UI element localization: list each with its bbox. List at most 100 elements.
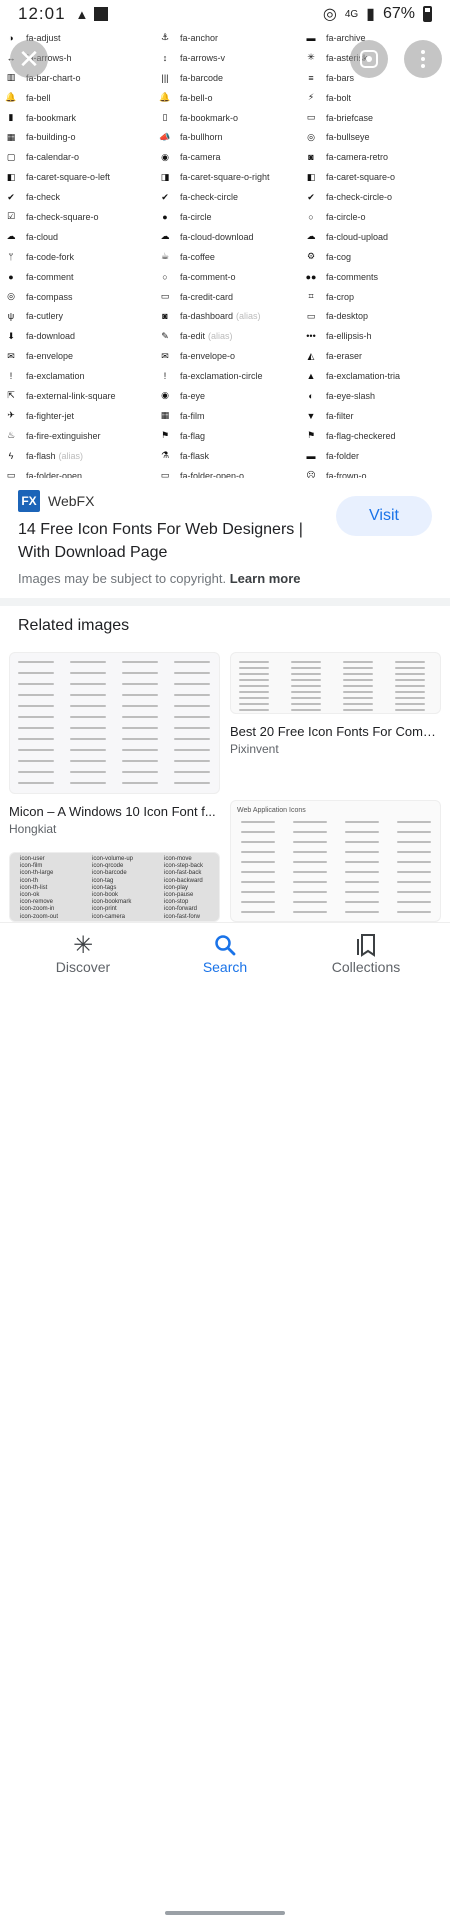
- more-options-button[interactable]: [404, 40, 442, 78]
- icon-grid-item: ⇱ fa-external-link-square: [0, 386, 150, 406]
- glyph-icon: ◭: [307, 350, 315, 361]
- glyph-icon: ✈: [7, 410, 15, 421]
- glyph-icon: ϟ: [8, 450, 14, 461]
- learn-more-link[interactable]: Learn more: [230, 571, 301, 586]
- thumb-line: [70, 694, 106, 696]
- thumb-line: [395, 667, 425, 669]
- notification-check-icon: [94, 7, 109, 21]
- thumb-line: [241, 841, 275, 843]
- thumb-line: [293, 831, 327, 833]
- icon-name: fa-barcode: [180, 72, 224, 83]
- thumb-line: [397, 871, 431, 873]
- related-thumb-2[interactable]: [230, 652, 441, 714]
- icon-name: fa-download: [26, 331, 76, 342]
- icon-grid-item: ○ fa-comment-o: [150, 267, 300, 287]
- thumb-text: icon-th: [20, 877, 39, 884]
- icon-name: fa-check: [26, 192, 61, 203]
- glyph-icon: ψ: [7, 311, 15, 322]
- glyph-icon: ☁: [160, 231, 170, 242]
- thumb-line: [293, 871, 327, 873]
- thumb-line: [122, 782, 158, 784]
- related-title-1[interactable]: Micon – A Windows 10 Icon Font f...: [9, 804, 220, 819]
- thumb-line: [70, 782, 106, 784]
- thumb-line: [70, 705, 106, 707]
- icon-name: fa-cutlery: [26, 311, 64, 322]
- thumb-text: icon-tag: [92, 877, 114, 884]
- thumb-line: [18, 760, 54, 762]
- gesture-handle[interactable]: [165, 1911, 285, 1915]
- related-title-2[interactable]: Best 20 Free Icon Fonts For Comm...: [230, 724, 441, 739]
- icon-grid-item: ▭ fa-folder-open-o: [150, 466, 300, 478]
- icon-name: fa-film: [180, 410, 205, 421]
- bottom-nav: ✳ Discover Search Collections: [0, 922, 450, 1915]
- thumb-line: [345, 841, 379, 843]
- icon-name: fa-eye-slash: [326, 390, 376, 401]
- icon-name: fa-caret-square-o: [326, 172, 396, 183]
- icon-grid-item: ▦ fa-building-o: [0, 127, 150, 147]
- bookmarks-icon: [311, 931, 421, 959]
- thumb-text: icon-backward: [164, 877, 203, 884]
- thumb-line: [122, 727, 158, 729]
- glyph-icon: ⚙: [306, 251, 316, 262]
- nav-search[interactable]: Search: [170, 931, 280, 975]
- thumb-line: [122, 771, 158, 773]
- nav-collections[interactable]: Collections: [311, 931, 421, 975]
- thumb-line: [174, 672, 210, 674]
- glyph-icon: ◙: [162, 311, 168, 322]
- result-title[interactable]: 14 Free Icon Fonts For Web Designers | W…: [18, 518, 318, 564]
- image-preview[interactable]: ◑fa-adjust⚓fa-anchor▬fa-archive↔fa-arrow…: [0, 28, 450, 478]
- related-thumb-4[interactable]: Web Application Icons: [230, 800, 441, 922]
- thumb-line: [241, 881, 275, 883]
- glyph-icon: ▮: [8, 112, 14, 122]
- icon-name: fa-eraser: [326, 351, 363, 362]
- thumb-line: [343, 691, 373, 693]
- thumb-line: [291, 679, 321, 681]
- glyph-icon: !: [163, 371, 167, 382]
- icon-name: fa-folder-open-o: [180, 470, 245, 478]
- thumb-line: [343, 709, 373, 711]
- thumb-line: [345, 891, 379, 893]
- icon-grid-item: 🔔 fa-bell: [0, 88, 150, 108]
- icon-grid-item: ||| fa-barcode: [150, 68, 300, 88]
- icon-name: fa-bolt: [326, 92, 352, 103]
- icon-name: fa-comments: [326, 271, 379, 282]
- glyph-icon: ◎: [307, 131, 315, 142]
- source-site[interactable]: FX WebFX: [18, 490, 94, 512]
- icon-name: fa-exclamation: [26, 371, 85, 382]
- thumb-line: [397, 861, 431, 863]
- visit-button[interactable]: Visit: [336, 496, 432, 536]
- lens-button[interactable]: [350, 40, 388, 78]
- thumb-line: [395, 685, 425, 687]
- related-thumb-3[interactable]: icon-user icon-film icon-th-large icon-th ic…: [9, 852, 220, 922]
- thumb-line: [345, 911, 379, 913]
- icon-name: fa-filter: [326, 410, 354, 421]
- icon-grid-item: ▭ fa-briefcase: [300, 108, 450, 128]
- icon-name: fa-exclamation-circle: [180, 371, 263, 382]
- thumb-line: [395, 679, 425, 681]
- close-button[interactable]: ✕: [10, 40, 48, 78]
- icon-name: fa-code-fork: [26, 251, 75, 262]
- search-icon: [170, 931, 280, 959]
- close-icon: ✕: [18, 43, 40, 74]
- icon-name: fa-dashboard: [180, 311, 234, 322]
- thumb-line: [18, 683, 54, 685]
- nav-discover[interactable]: ✳ Discover: [28, 931, 138, 976]
- icon-grid-item: ↕ fa-arrows-v: [150, 48, 300, 68]
- glyph-icon: ✳: [307, 52, 315, 63]
- icon-grid-item: ✔ fa-check-circle: [150, 187, 300, 207]
- icon-grid-item: ☁ fa-cloud-download: [150, 227, 300, 247]
- glyph-icon: •••: [306, 331, 316, 342]
- icon-grid-item: ▢ fa-calendar-o: [0, 147, 150, 167]
- glyph-icon: ◎: [7, 291, 15, 302]
- thumb-text: icon-barcode: [92, 870, 127, 877]
- thumb-line: [18, 661, 54, 663]
- thumb-line: [70, 661, 106, 663]
- thumb-line: [241, 861, 275, 863]
- icon-grid-item: ✉ fa-envelope: [0, 346, 150, 366]
- glyph-icon: ▭: [160, 470, 170, 478]
- thumb-line: [345, 861, 379, 863]
- icon-grid-item: ϟ fa-flash (alias): [0, 446, 150, 466]
- thumb-line: [241, 831, 275, 833]
- related-thumb-1[interactable]: [9, 652, 220, 794]
- copyright-notice: Images may be subject to copyright. Lear…: [18, 571, 301, 586]
